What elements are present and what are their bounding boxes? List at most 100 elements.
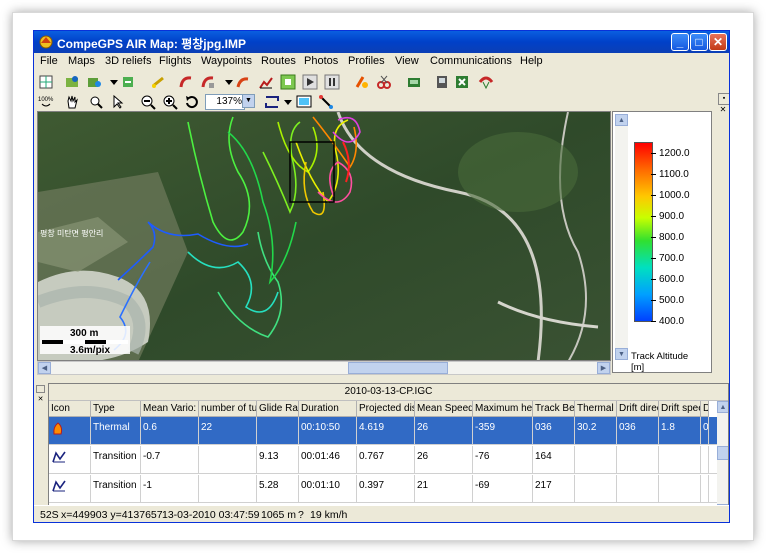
scroll-left-icon[interactable]: ◀ bbox=[38, 362, 51, 374]
map-view[interactable]: 평창 미탄면 평안리 300 m 3.6m/pix bbox=[37, 111, 611, 361]
flight-analysis-icon[interactable] bbox=[235, 74, 251, 90]
rotate-dropdown-icon[interactable] bbox=[280, 94, 296, 110]
altitude-color-scale bbox=[634, 142, 653, 322]
title-bar[interactable]: CompeGPS AIR Map: 평창jpg.IMP _ □ ✕ bbox=[34, 31, 729, 53]
panel-splitter[interactable] bbox=[34, 376, 729, 380]
map-horizontal-scrollbar[interactable]: ◀ ▶ bbox=[37, 361, 611, 375]
table-scroll-thumb[interactable] bbox=[717, 446, 728, 460]
rotate-map-icon[interactable] bbox=[264, 94, 280, 110]
column-header[interactable]: Glide Ratio bbox=[257, 401, 299, 417]
open-flight-icon[interactable] bbox=[178, 74, 194, 90]
table-row[interactable]: Transition -1 5.28 00:01:10 0.397 21 -69 217 bbox=[49, 475, 717, 503]
open-map-icon[interactable] bbox=[64, 74, 80, 90]
waypoint-icon[interactable] bbox=[150, 74, 166, 90]
column-header[interactable]: Maximum heig bbox=[473, 401, 533, 417]
menu-maps[interactable]: Maps bbox=[68, 55, 95, 67]
column-header[interactable]: Icon bbox=[49, 401, 91, 417]
column-header[interactable]: Duration bbox=[299, 401, 357, 417]
table-vertical-scrollbar[interactable]: ▲ ▼ bbox=[717, 401, 728, 516]
table-cell bbox=[701, 475, 709, 502]
zoom-level-field[interactable]: 137% bbox=[205, 94, 245, 110]
record-button-icon[interactable] bbox=[280, 74, 296, 90]
menu-communications[interactable]: Communications bbox=[430, 55, 512, 67]
column-header[interactable]: Mean Vario: bbox=[141, 401, 199, 417]
zoom-100-icon[interactable]: 100% bbox=[38, 94, 54, 110]
map-hscroll-thumb[interactable] bbox=[348, 362, 448, 374]
column-header[interactable]: D bbox=[701, 401, 709, 417]
table-pin-icon[interactable] bbox=[36, 385, 45, 393]
menu-3d-reliefs[interactable]: 3D reliefs bbox=[105, 55, 151, 67]
cut-track-icon[interactable] bbox=[376, 74, 392, 90]
screen-capture-icon[interactable] bbox=[296, 94, 312, 110]
table-cell: 00:10:50 bbox=[299, 417, 357, 444]
paraglider-icon[interactable] bbox=[478, 74, 494, 90]
status-altitude: 1065 m bbox=[261, 509, 297, 521]
export-icon[interactable] bbox=[454, 74, 470, 90]
zoom-out-icon[interactable] bbox=[140, 94, 156, 110]
legend-tick-label: 400.0 bbox=[659, 316, 685, 327]
table-row[interactable]: Thermal 0.6 22 00:10:50 4.619 26 -359 036 30.2 03… bbox=[49, 417, 717, 445]
zoom-tool-icon[interactable] bbox=[88, 94, 104, 110]
refresh-icon[interactable] bbox=[184, 94, 200, 110]
map-download-icon[interactable] bbox=[120, 74, 136, 90]
legend-title: Track Altitude bbox=[631, 351, 689, 362]
flight-analysis-table: 2010-03-13-CP.IGC Icon Type Mean Vario: num… bbox=[48, 383, 729, 517]
panel-close-icon[interactable]: ✕ bbox=[718, 105, 728, 115]
play-icon[interactable] bbox=[302, 74, 318, 90]
table-cell: -76 bbox=[473, 446, 533, 473]
menu-flights[interactable]: Flights bbox=[159, 55, 191, 67]
select-arrow-icon[interactable] bbox=[110, 94, 126, 110]
legend-scroll-up-icon[interactable]: ▲ bbox=[615, 114, 628, 126]
table-scroll-up-icon[interactable]: ▲ bbox=[717, 401, 728, 413]
table-cell: -1 bbox=[141, 475, 199, 502]
gps-receive-icon[interactable] bbox=[434, 74, 450, 90]
legend-scroll-track[interactable] bbox=[615, 126, 628, 348]
menu-profiles[interactable]: Profiles bbox=[348, 55, 385, 67]
profile-chart-icon[interactable] bbox=[258, 74, 274, 90]
menu-bar: File Maps 3D reliefs Flights Waypoints R… bbox=[34, 53, 729, 71]
menu-routes[interactable]: Routes bbox=[261, 55, 296, 67]
measure-tool-icon[interactable] bbox=[318, 94, 334, 110]
menu-view[interactable]: View bbox=[395, 55, 419, 67]
zoom-dropdown-button[interactable]: ▼ bbox=[242, 94, 255, 108]
gps-device-icon[interactable] bbox=[406, 74, 422, 90]
table-cell: -0.7 bbox=[141, 446, 199, 473]
thermal-icon bbox=[49, 417, 91, 444]
column-header[interactable]: Drift spee bbox=[659, 401, 701, 417]
altitude-legend-panel: ▲ ▼ 1200.0 1100.0 1000.0 900.0 800.0 700.0 600… bbox=[612, 111, 712, 373]
pause-icon[interactable] bbox=[324, 74, 340, 90]
menu-help[interactable]: Help bbox=[520, 55, 543, 67]
satellite-map-canvas[interactable]: 평창 미탄면 평안리 300 m 3.6m/pix bbox=[38, 112, 611, 361]
column-header[interactable]: Projected dist. bbox=[357, 401, 415, 417]
column-header[interactable]: Thermal ra bbox=[575, 401, 617, 417]
column-header[interactable]: number of turn bbox=[199, 401, 257, 417]
status-datetime: 13-03-2010 03:47:59 bbox=[162, 509, 260, 521]
close-button[interactable]: ✕ bbox=[709, 33, 727, 51]
table-cell: Transition bbox=[91, 475, 141, 502]
zoom-in-icon[interactable] bbox=[162, 94, 178, 110]
map-tools-icon[interactable] bbox=[86, 74, 102, 90]
table-row[interactable]: Transition -0.7 9.13 00:01:46 0.767 26 -76 164 bbox=[49, 446, 717, 474]
legend-scroll-down-icon[interactable]: ▼ bbox=[615, 348, 628, 360]
column-header[interactable]: Track Bea bbox=[533, 401, 575, 417]
column-header[interactable]: Drift direc bbox=[617, 401, 659, 417]
menu-waypoints[interactable]: Waypoints bbox=[201, 55, 252, 67]
table-cell: 21 bbox=[415, 475, 473, 502]
menu-photos[interactable]: Photos bbox=[304, 55, 338, 67]
minimize-button[interactable]: _ bbox=[671, 33, 689, 51]
table-close-icon[interactable]: ✕ bbox=[36, 396, 45, 404]
legend-tick-mark bbox=[651, 195, 656, 196]
flight-tools-icon[interactable] bbox=[200, 74, 216, 90]
legend-tick-label: 600.0 bbox=[659, 274, 685, 285]
column-header[interactable]: Type bbox=[91, 401, 141, 417]
scroll-right-icon[interactable]: ▶ bbox=[597, 362, 610, 374]
pan-hand-icon[interactable] bbox=[64, 94, 80, 110]
panel-pin-icon[interactable]: ▪ bbox=[718, 93, 729, 105]
column-header[interactable]: Mean Speed bbox=[415, 401, 473, 417]
table-cell bbox=[701, 446, 709, 473]
menu-file[interactable]: File bbox=[40, 55, 58, 67]
edit-track-icon[interactable] bbox=[354, 74, 370, 90]
status-speed: 19 km/h bbox=[310, 509, 348, 521]
map-settings-icon[interactable] bbox=[38, 74, 54, 90]
maximize-button[interactable]: □ bbox=[690, 33, 708, 51]
